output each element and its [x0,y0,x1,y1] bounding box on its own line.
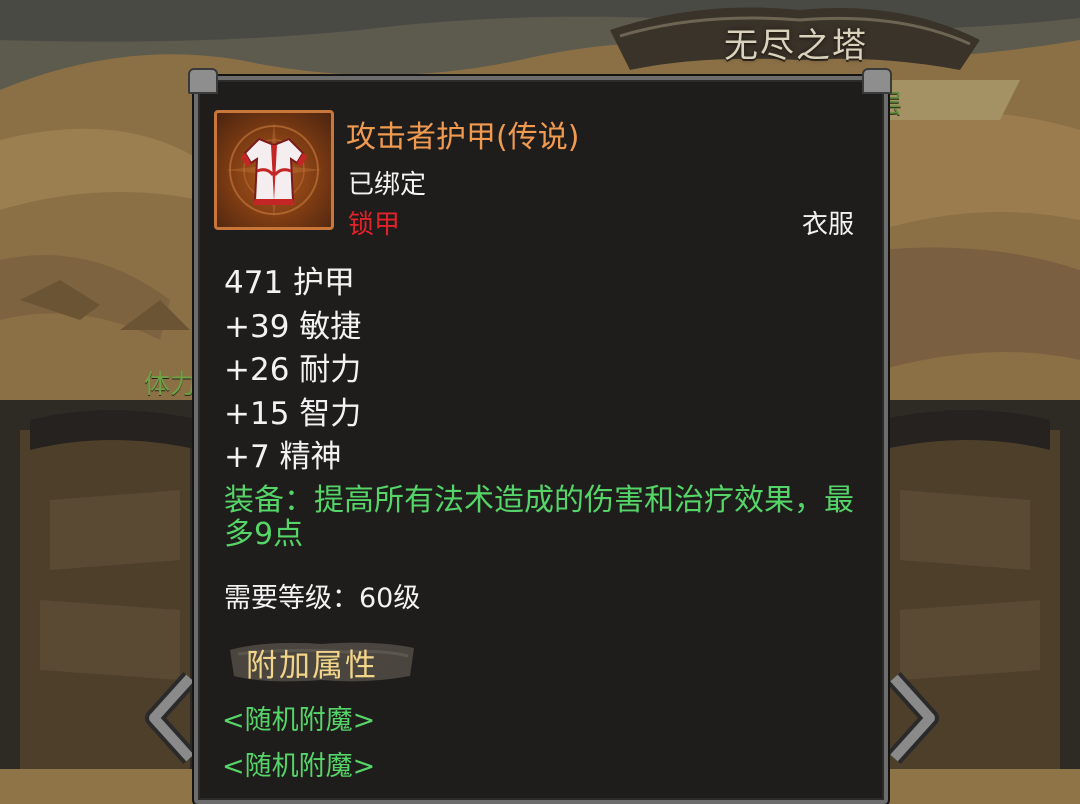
armor-type: 锁甲 [348,210,401,240]
stamina-label-fragment: 体力 [144,370,197,400]
bind-status: 已绑定 [348,170,427,200]
tower-title: 无尽之塔 [724,26,868,66]
extra-attributes-header: 附加属性 [226,636,418,686]
required-level: 需要等级：60级 [224,583,421,614]
next-arrow-icon[interactable] [880,668,944,768]
extra-attributes-title: 附加属性 [246,648,378,684]
stat-agility: +39 敏捷 [224,308,362,345]
tooltip-corner-left [188,68,218,94]
stat-list: 471 护甲 +39 敏捷 +26 耐力 +15 智力 +7 精神 [224,262,361,480]
tooltip-corner-right [862,68,892,94]
robe-icon [214,110,334,230]
stat-spirit: +7 精神 [224,439,342,475]
equipment-slot: 衣服 [801,210,854,240]
stat-stamina: +26 耐力 [224,352,362,388]
stat-intellect: +15 智力 [224,395,362,432]
random-enchantment: <随机附魔> [222,751,376,782]
stat-armor: 471 护甲 [224,265,356,301]
random-enchantment: <随机附魔> [222,705,376,736]
item-name: 攻击者护甲(传说) [346,120,580,155]
equip-effect-text: 装备：提高所有法术造成的伤害和治疗效果，最多9点 [224,483,854,552]
